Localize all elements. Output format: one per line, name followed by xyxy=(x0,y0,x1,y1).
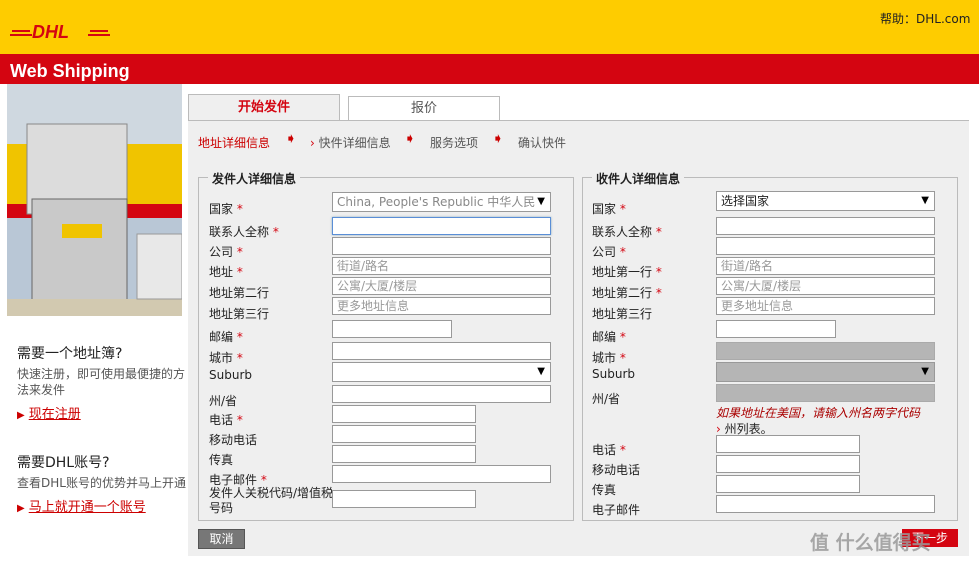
shipper-address2-input[interactable]: 公寓/大厦/楼层 xyxy=(332,277,551,295)
shipper-postcode-input[interactable] xyxy=(332,320,452,338)
shipper-contact-input[interactable] xyxy=(332,217,551,235)
arrow-right-icon: ➧ xyxy=(404,131,416,147)
receiver-email-label: 电子邮件 xyxy=(592,503,641,517)
shipper-address2-label: 地址第二行 xyxy=(209,286,270,300)
shipper-state-label: 州/省 xyxy=(209,394,238,408)
tab-quote[interactable]: 报价 xyxy=(348,96,500,121)
step-shipment-details-label: 快件详细信息 xyxy=(318,136,391,150)
step-address-details[interactable]: 地址详细信息 xyxy=(198,134,270,151)
account-heading: 需要DHL账号? xyxy=(17,455,110,471)
tab-start-shipment[interactable]: 开始发件 xyxy=(188,94,340,121)
cancel-button[interactable]: 取消 xyxy=(198,529,245,549)
shipper-country-select[interactable]: China, People's Republic 中华人民 ▼ xyxy=(332,192,551,212)
arrow-right-icon: ➧ xyxy=(285,131,297,147)
open-account-link[interactable]: ▶ 马上就开通一个账号 xyxy=(17,496,146,515)
receiver-fax-input[interactable] xyxy=(716,475,860,493)
receiver-postcode-label: 邮编 * xyxy=(592,330,626,344)
triangle-right-icon: ▶ xyxy=(17,410,25,421)
shipper-address-label: 地址 * xyxy=(209,265,243,279)
receiver-phone-input[interactable] xyxy=(716,435,860,453)
account-text: 查看DHL账号的优势并马上开通 xyxy=(17,476,186,490)
shipper-address1-input[interactable]: 街道/路名 xyxy=(332,257,551,275)
shipper-taxid-input[interactable] xyxy=(332,490,476,508)
shipper-fax-input[interactable] xyxy=(332,445,476,463)
tab-divider xyxy=(188,120,969,121)
cargo-photo xyxy=(7,84,182,316)
receiver-contact-label: 联系人全称 * xyxy=(592,225,662,239)
receiver-address2-label: 地址第二行 * xyxy=(592,286,662,300)
shipper-legend: 发件人详细信息 xyxy=(208,170,301,187)
receiver-address3-input[interactable]: 更多地址信息 xyxy=(716,297,935,315)
watermark: 值 什么值得买 xyxy=(810,532,931,554)
shipper-address3-input[interactable]: 更多地址信息 xyxy=(332,297,551,315)
shipper-phone-input[interactable] xyxy=(332,405,476,423)
dropdown-arrow-icon: ▼ xyxy=(921,366,929,377)
open-account-label: 马上就开通一个账号 xyxy=(28,500,146,515)
shipper-fax-label: 传真 xyxy=(209,453,234,467)
receiver-address1-input[interactable]: 街道/路名 xyxy=(716,257,935,275)
receiver-postcode-input[interactable] xyxy=(716,320,836,338)
dropdown-arrow-icon: ▼ xyxy=(537,196,545,207)
dhl-logo[interactable]: DHL xyxy=(10,22,110,40)
receiver-company-label: 公司 * xyxy=(592,245,626,259)
state-list-label: 州列表。 xyxy=(724,422,773,436)
shipper-postcode-label: 邮编 * xyxy=(209,330,243,344)
header-bar xyxy=(0,0,979,54)
shipper-company-input[interactable] xyxy=(332,237,551,255)
us-state-note: 如果地址在美国，请输入州名两字代码 xyxy=(716,406,921,420)
addressbook-text: 快速注册，即可使用最便捷的方法来发件 xyxy=(17,367,186,397)
receiver-legend: 收件人详细信息 xyxy=(592,170,685,187)
shipper-company-label: 公司 * xyxy=(209,245,243,259)
receiver-mobile-input[interactable] xyxy=(716,455,860,473)
receiver-suburb-label: Suburb xyxy=(592,367,635,381)
shipper-taxid-label: 发件人关税代码/增值税号码 xyxy=(209,486,334,515)
receiver-phone-label: 电话 * xyxy=(592,443,626,457)
receiver-address2-input[interactable]: 公寓/大厦/楼层 xyxy=(716,277,935,295)
title-bar xyxy=(0,54,979,84)
receiver-fax-label: 传真 xyxy=(592,483,617,497)
receiver-contact-input[interactable] xyxy=(716,217,935,235)
dropdown-arrow-icon: ▼ xyxy=(921,195,929,206)
shipper-address3-label: 地址第三行 xyxy=(209,307,270,321)
arrow-right-icon: ➧ xyxy=(492,131,504,147)
receiver-email-input[interactable] xyxy=(716,495,935,513)
dropdown-arrow-icon: ▼ xyxy=(537,366,545,377)
shipper-city-input[interactable] xyxy=(332,342,551,360)
svg-text:DHL: DHL xyxy=(32,22,69,40)
step-confirm-shipment[interactable]: 确认快件 xyxy=(518,134,566,151)
shipper-state-input[interactable] xyxy=(332,385,551,403)
shipper-city-label: 城市 * xyxy=(209,351,243,365)
receiver-country-select[interactable]: 选择国家 ▼ xyxy=(716,191,935,211)
receiver-city-input[interactable] xyxy=(716,342,935,360)
shipper-suburb-select[interactable]: ▼ xyxy=(332,362,551,382)
help-link[interactable]: 帮助：DHL.com xyxy=(880,10,970,27)
shipper-suburb-label: Suburb xyxy=(209,368,252,382)
shipper-mobile-label: 移动电话 xyxy=(209,433,258,447)
chevron-right-icon: › xyxy=(716,422,721,436)
chevron-right-icon: › xyxy=(310,136,315,150)
shipper-contact-label: 联系人全称 * xyxy=(209,225,279,239)
receiver-suburb-select[interactable]: ▼ xyxy=(716,362,935,382)
triangle-right-icon: ▶ xyxy=(17,503,25,514)
step-service-options[interactable]: 服务选项 xyxy=(430,134,478,151)
receiver-state-label: 州/省 xyxy=(592,392,621,406)
shipper-phone-label: 电话 * xyxy=(209,413,243,427)
receiver-address3-label: 地址第三行 xyxy=(592,307,653,321)
shipper-email-input[interactable] xyxy=(332,465,551,483)
receiver-country-label: 国家 * xyxy=(592,202,626,216)
addressbook-heading: 需要一个地址簿? xyxy=(17,346,123,362)
shipper-country-label: 国家 * xyxy=(209,202,243,216)
step-shipment-details[interactable]: › 快件详细信息 xyxy=(310,134,391,151)
page-title: Web Shipping xyxy=(10,61,130,81)
receiver-city-label: 城市 * xyxy=(592,351,626,365)
receiver-company-input[interactable] xyxy=(716,237,935,255)
receiver-state-input[interactable] xyxy=(716,384,935,402)
receiver-address-label: 地址第一行 * xyxy=(592,265,662,279)
receiver-mobile-label: 移动电话 xyxy=(592,463,641,477)
shipper-mobile-input[interactable] xyxy=(332,425,476,443)
register-link-label: 现在注册 xyxy=(28,407,81,422)
register-now-link[interactable]: ▶ 现在注册 xyxy=(17,403,81,422)
